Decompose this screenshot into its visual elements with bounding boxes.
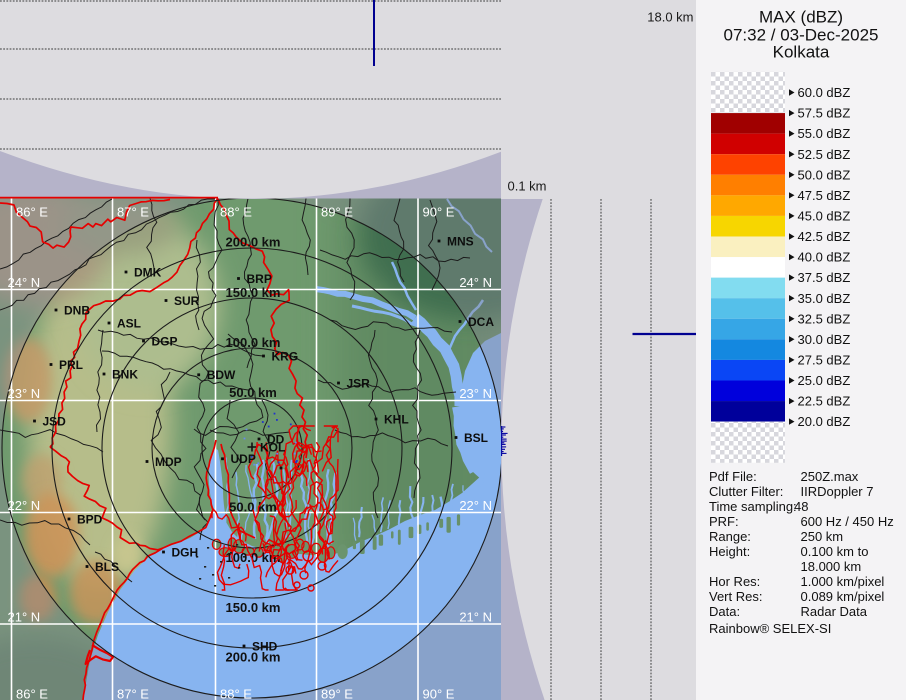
svg-text:27.5 dBZ: 27.5 dBZ [798, 353, 851, 368]
svg-text:MAX (dBZ): MAX (dBZ) [759, 8, 843, 27]
svg-text:KHL: KHL [384, 412, 409, 426]
svg-text:0.089 km/pixel: 0.089 km/pixel [801, 589, 885, 604]
svg-text:Height:: Height: [709, 544, 750, 559]
svg-text:86° E: 86° E [16, 687, 48, 700]
svg-text:PRL: PRL [59, 358, 83, 372]
svg-text:20.0 dBZ: 20.0 dBZ [798, 414, 851, 429]
svg-text:MDP: MDP [155, 455, 182, 469]
svg-text:Rainbow® SELEX-SI: Rainbow® SELEX-SI [709, 621, 831, 636]
svg-text:Time sampling:: Time sampling: [709, 499, 797, 514]
svg-text:KRG: KRG [272, 349, 299, 363]
svg-text:Data:: Data: [709, 604, 740, 619]
svg-text:DGH: DGH [172, 545, 199, 559]
svg-text:25.0 dBZ: 25.0 dBZ [798, 373, 851, 388]
svg-text:90° E: 90° E [423, 687, 455, 700]
svg-text:JSD: JSD [43, 414, 67, 428]
svg-text:100.0 km: 100.0 km [226, 335, 281, 350]
svg-text:SHD: SHD [252, 639, 278, 653]
svg-text:250Z.max: 250Z.max [801, 469, 859, 484]
svg-text:23° N: 23° N [459, 386, 492, 401]
svg-text:Range:: Range: [709, 529, 751, 544]
svg-text:0.1 km: 0.1 km [508, 179, 547, 194]
svg-text:200.0 km: 200.0 km [226, 235, 281, 250]
svg-text:KOL: KOL [260, 440, 285, 454]
svg-text:24° N: 24° N [459, 275, 492, 290]
svg-text:1.000 km/pixel: 1.000 km/pixel [801, 574, 885, 589]
svg-text:47.5 dBZ: 47.5 dBZ [798, 188, 851, 203]
svg-text:35.0 dBZ: 35.0 dBZ [798, 291, 851, 306]
svg-text:22.5 dBZ: 22.5 dBZ [798, 394, 851, 409]
svg-text:40.0 dBZ: 40.0 dBZ [798, 250, 851, 265]
svg-text:SUR: SUR [174, 294, 200, 308]
svg-text:60.0 dBZ: 60.0 dBZ [798, 85, 851, 100]
svg-text:86° E: 86° E [16, 205, 48, 220]
svg-text:BRP: BRP [247, 272, 272, 286]
svg-text:18.0 km: 18.0 km [647, 10, 693, 25]
svg-text:Pdf File:: Pdf File: [709, 469, 757, 484]
svg-text:37.5 dBZ: 37.5 dBZ [798, 270, 851, 285]
svg-text:50.0 km: 50.0 km [229, 385, 277, 400]
svg-text:42.5 dBZ: 42.5 dBZ [798, 229, 851, 244]
svg-text:22° N: 22° N [459, 498, 492, 513]
svg-text:90° E: 90° E [423, 205, 455, 220]
svg-text:MNS: MNS [447, 234, 474, 248]
svg-text:Kolkata: Kolkata [773, 43, 830, 62]
svg-text:18.000 km: 18.000 km [801, 559, 862, 574]
svg-text:BDW: BDW [207, 368, 236, 382]
svg-text:32.5 dBZ: 32.5 dBZ [798, 311, 851, 326]
svg-text:87° E: 87° E [117, 205, 149, 220]
svg-text:DCA: DCA [468, 315, 494, 329]
svg-text:30.0 dBZ: 30.0 dBZ [798, 332, 851, 347]
svg-text:BPD: BPD [77, 512, 103, 526]
svg-text:250 km: 250 km [801, 529, 844, 544]
svg-text:23° N: 23° N [8, 386, 41, 401]
svg-text:DMK: DMK [134, 265, 162, 279]
svg-text:IIRDoppler 7: IIRDoppler 7 [801, 484, 874, 499]
svg-text:48: 48 [794, 499, 808, 514]
svg-text:21° N: 21° N [8, 610, 41, 625]
svg-text:600 Hz / 450 Hz: 600 Hz / 450 Hz [801, 514, 894, 529]
svg-text:DNB: DNB [64, 303, 90, 317]
svg-text:BNK: BNK [112, 367, 138, 381]
svg-text:57.5 dBZ: 57.5 dBZ [798, 106, 851, 121]
svg-text:89° E: 89° E [321, 205, 353, 220]
svg-text:45.0 dBZ: 45.0 dBZ [798, 209, 851, 224]
svg-text:89° E: 89° E [321, 687, 353, 700]
svg-text:Clutter Filter:: Clutter Filter: [709, 484, 783, 499]
svg-text:PRF:: PRF: [709, 514, 739, 529]
svg-text:22° N: 22° N [8, 498, 41, 513]
svg-text:Hor Res:: Hor Res: [709, 574, 760, 589]
svg-text:150.0 km: 150.0 km [226, 600, 281, 615]
svg-text:UDP: UDP [231, 452, 256, 466]
svg-text:Vert Res:: Vert Res: [709, 589, 762, 604]
svg-text:JSR: JSR [347, 376, 371, 390]
svg-text:BSL: BSL [464, 431, 488, 445]
svg-text:21° N: 21° N [459, 610, 492, 625]
svg-text:150.0 km: 150.0 km [226, 285, 281, 300]
svg-text:88° E: 88° E [220, 205, 252, 220]
svg-text:0.100 km to: 0.100 km to [801, 544, 869, 559]
svg-text:DGP: DGP [152, 334, 178, 348]
svg-text:88° E: 88° E [220, 687, 252, 700]
svg-text:52.5 dBZ: 52.5 dBZ [798, 147, 851, 162]
svg-text:BLS: BLS [95, 560, 119, 574]
svg-text:ASL: ASL [117, 316, 141, 330]
svg-text:55.0 dBZ: 55.0 dBZ [798, 126, 851, 141]
svg-text:87° E: 87° E [117, 687, 149, 700]
svg-text:24° N: 24° N [8, 275, 41, 290]
svg-text:Radar Data: Radar Data [801, 604, 868, 619]
svg-text:50.0 dBZ: 50.0 dBZ [798, 167, 851, 182]
